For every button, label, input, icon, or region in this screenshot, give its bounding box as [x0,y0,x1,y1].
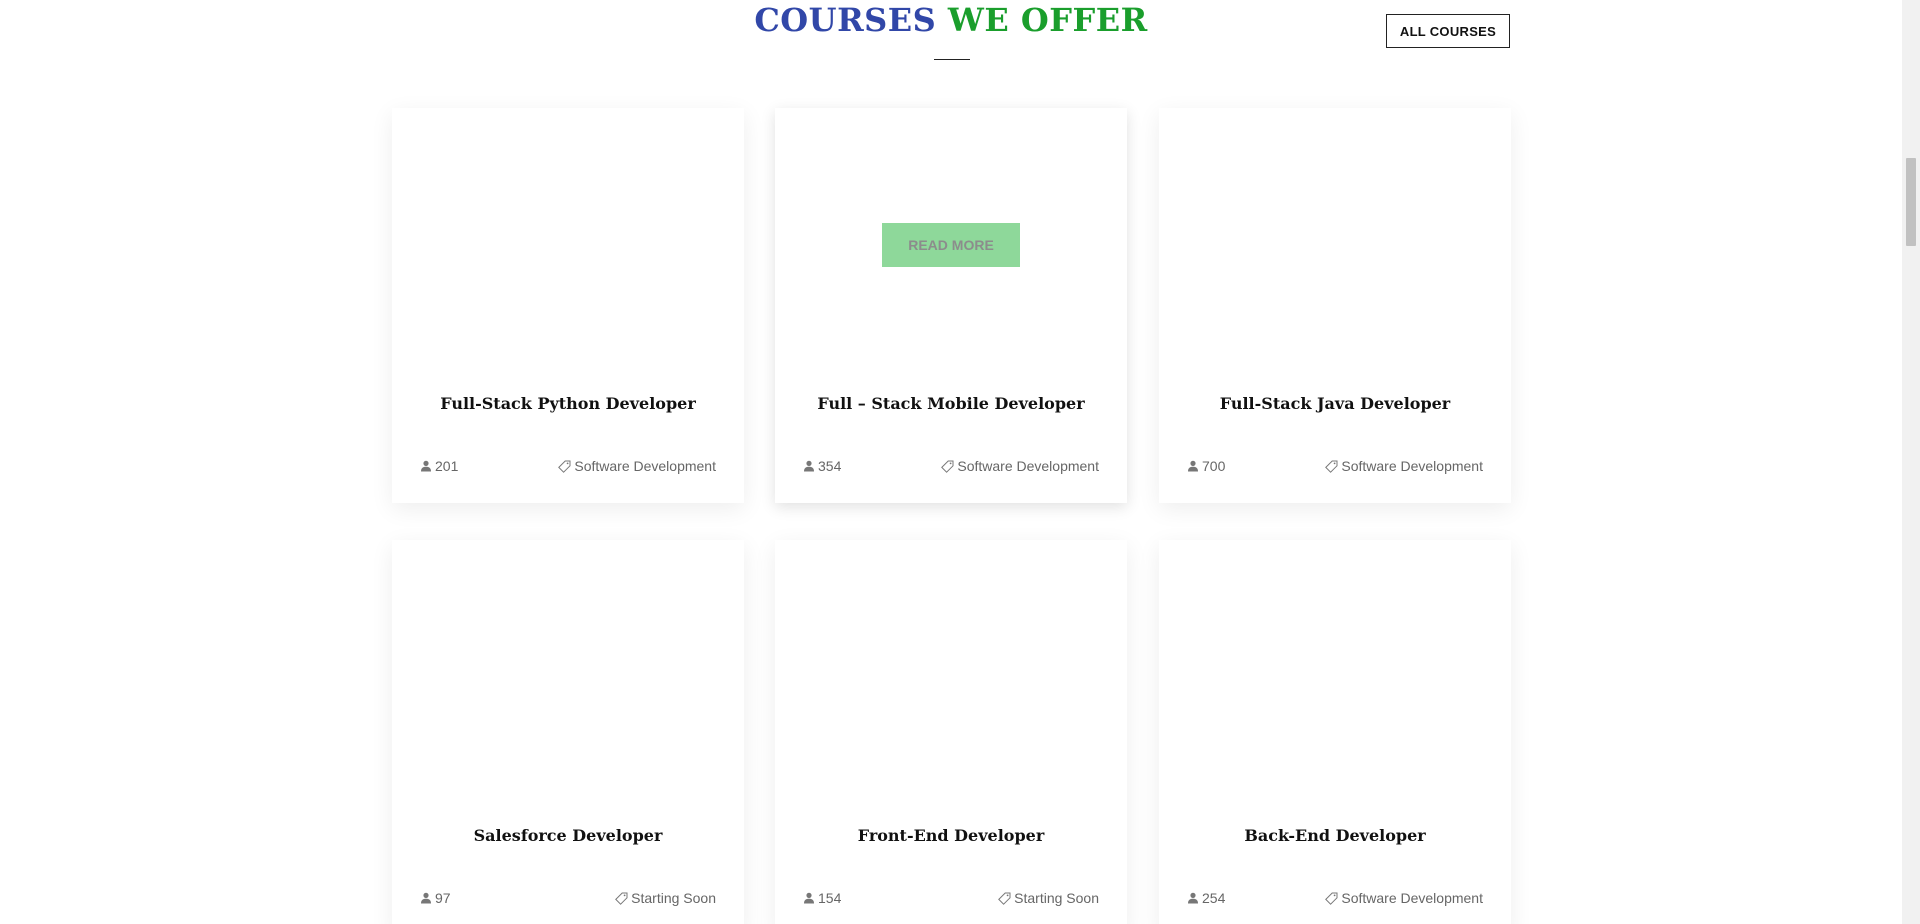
scrollbar-thumb[interactable] [1906,158,1916,246]
student-count: 354 [803,458,841,474]
course-category-label: Software Development [1341,458,1483,474]
course-meta: 700 Software Development [1187,457,1483,475]
course-card[interactable]: READ MORE Full – Stack Mobile Developer … [775,108,1127,503]
tag-icon [558,460,571,473]
student-count-value: 254 [1202,890,1226,906]
course-title[interactable]: Full – Stack Mobile Developer [775,394,1127,413]
tag-icon [615,892,628,905]
course-card[interactable]: Full-Stack Python Developer 201 Software… [392,108,744,503]
course-meta: 354 Software Development [803,457,1099,475]
course-category[interactable]: Software Development [558,458,716,474]
tag-icon [998,892,1011,905]
user-icon [420,892,432,904]
user-icon [803,892,815,904]
section-title-part1: COURSES [754,1,937,39]
course-title[interactable]: Salesforce Developer [392,826,744,845]
student-count-value: 700 [1202,458,1226,474]
title-divider [934,59,970,60]
course-title[interactable]: Front-End Developer [775,826,1127,845]
course-category-label: Software Development [1341,890,1483,906]
course-card[interactable]: Front-End Developer 154 Starting Soon [775,540,1127,924]
course-category[interactable]: Software Development [1325,458,1483,474]
user-icon [1187,892,1199,904]
course-card[interactable]: Salesforce Developer 97 Starting Soon [392,540,744,924]
course-category[interactable]: Starting Soon [615,890,716,906]
student-count: 254 [1187,890,1225,906]
student-count-value: 201 [435,458,459,474]
section-title: COURSES WE OFFER [0,0,1902,40]
course-thumbnail[interactable] [1159,540,1511,800]
section-title-part2: WE OFFER [947,1,1148,39]
course-category-label: Starting Soon [1014,890,1099,906]
course-meta: 97 Starting Soon [420,889,716,907]
course-card[interactable]: Full-Stack Java Developer 700 Software D… [1159,108,1511,503]
course-thumbnail[interactable] [1159,108,1511,368]
student-count-value: 154 [818,890,842,906]
user-icon [420,460,432,472]
all-courses-button[interactable]: ALL COURSES [1386,14,1510,48]
course-category[interactable]: Software Development [941,458,1099,474]
course-category-label: Starting Soon [631,890,716,906]
tag-icon [1325,460,1338,473]
course-category[interactable]: Starting Soon [998,890,1099,906]
student-count: 700 [1187,458,1225,474]
student-count: 97 [420,890,451,906]
user-icon [1187,460,1199,472]
course-title[interactable]: Full-Stack Python Developer [392,394,744,413]
course-meta: 154 Starting Soon [803,889,1099,907]
read-more-button[interactable]: READ MORE [882,223,1020,267]
student-count-value: 354 [818,458,842,474]
course-title[interactable]: Back-End Developer [1159,826,1511,845]
course-category-label: Software Development [957,458,1099,474]
scrollbar[interactable] [1902,0,1920,924]
student-count: 201 [420,458,458,474]
user-icon [803,460,815,472]
course-thumbnail[interactable] [392,540,744,800]
course-thumbnail[interactable]: READ MORE [775,108,1127,368]
course-meta: 201 Software Development [420,457,716,475]
course-category[interactable]: Software Development [1325,890,1483,906]
course-title[interactable]: Full-Stack Java Developer [1159,394,1511,413]
tag-icon [1325,892,1338,905]
course-card[interactable]: Back-End Developer 254 Software Developm… [1159,540,1511,924]
course-thumbnail[interactable] [392,108,744,368]
student-count: 154 [803,890,841,906]
page: COURSES WE OFFER ALL COURSES Full-Stack … [0,0,1920,924]
student-count-value: 97 [435,890,451,906]
course-thumbnail[interactable] [775,540,1127,800]
course-meta: 254 Software Development [1187,889,1483,907]
tag-icon [941,460,954,473]
course-category-label: Software Development [574,458,716,474]
